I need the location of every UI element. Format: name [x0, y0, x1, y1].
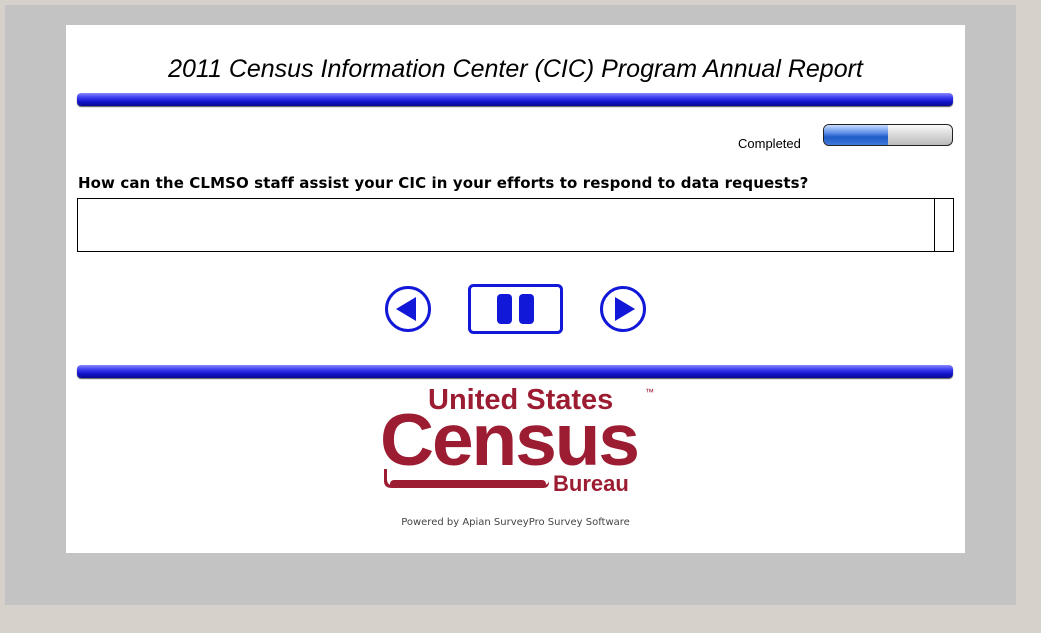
back-button[interactable]	[384, 285, 432, 333]
pause-icon	[468, 284, 563, 334]
progress-indicator: Completed	[738, 124, 954, 151]
footer-divider	[77, 365, 953, 378]
outer-frame: 2011 Census Information Center (CIC) Pro…	[5, 5, 1016, 605]
survey-title: 2011 Census Information Center (CIC) Pro…	[168, 55, 863, 83]
progress-fill	[824, 125, 888, 145]
progress-bar	[823, 124, 953, 146]
pause-button[interactable]	[468, 284, 563, 334]
next-arrow-icon	[600, 286, 646, 332]
census-bureau-logo: United States ™ Census Bureau	[378, 383, 658, 499]
back-arrow-icon	[385, 286, 431, 332]
answer-field-box	[77, 198, 954, 252]
logo-trademark: ™	[645, 387, 654, 397]
question-text: How can the CLMSO staff assist your CIC …	[78, 174, 809, 192]
answer-textarea[interactable]	[78, 199, 933, 251]
answer-scrollbar[interactable]	[934, 199, 953, 251]
powered-by-text: Powered by Apian SurveyPro Survey Softwa…	[401, 517, 630, 528]
progress-label: Completed	[738, 136, 801, 151]
survey-page: 2011 Census Information Center (CIC) Pro…	[66, 25, 965, 553]
next-button[interactable]	[599, 285, 647, 333]
header-divider	[77, 93, 953, 106]
logo-line2: Census	[380, 400, 638, 481]
logo-line3: Bureau	[553, 471, 629, 495]
